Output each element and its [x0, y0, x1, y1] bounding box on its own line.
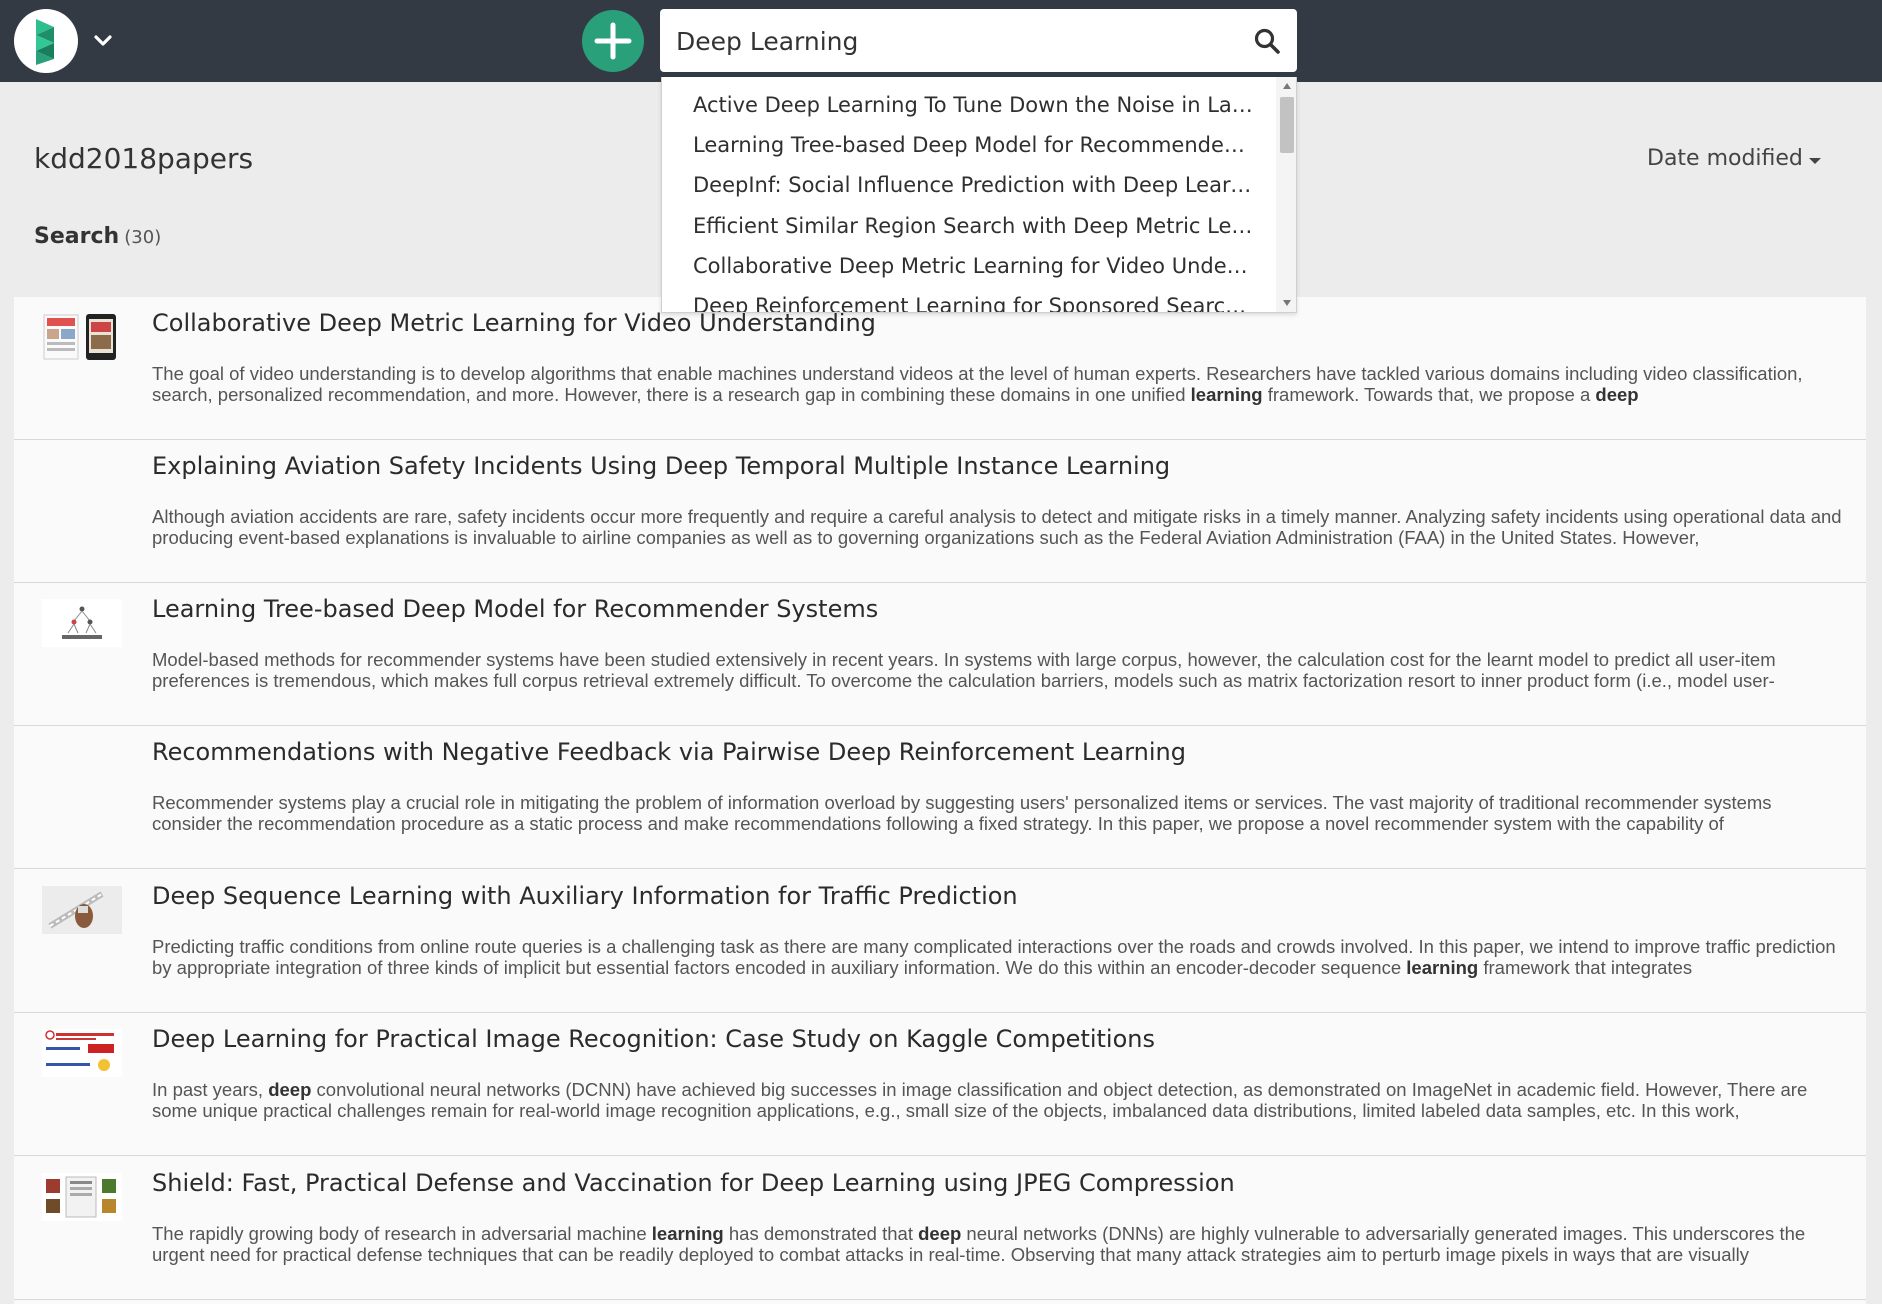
- sort-dropdown[interactable]: Date modified: [1647, 146, 1803, 176]
- search-box: [660, 9, 1297, 72]
- suggestion-item[interactable]: Efficient Similar Region Search with Dee…: [693, 208, 1253, 244]
- search-label: Search: [34, 224, 120, 249]
- result-title[interactable]: Explaining Aviation Safety Incidents Usi…: [152, 452, 1832, 480]
- highlighted-term: deep: [1595, 384, 1639, 405]
- result-snippet: The goal of video understanding is to de…: [152, 363, 1803, 405]
- result-row[interactable]: Deep Sequence Learning with Auxiliary In…: [14, 870, 1866, 1013]
- folder-title: kdd2018papers: [34, 142, 254, 175]
- result-row[interactable]: Recommendations with Negative Feedback v…: [14, 726, 1866, 869]
- result-snippet: In past years, deep convolutional neural…: [152, 1079, 1808, 1121]
- result-thumbnail: [42, 1029, 122, 1077]
- search-suggestions-dropdown: Active Deep Learning To Tune Down the No…: [661, 77, 1297, 313]
- result-row[interactable]: Learning Tree-based Deep Model for Recom…: [14, 583, 1866, 726]
- add-button[interactable]: [582, 10, 644, 72]
- result-row[interactable]: Collaborative Deep Metric Learning for V…: [14, 297, 1866, 440]
- result-title[interactable]: Collaborative Deep Metric Learning for V…: [152, 309, 1832, 337]
- plus-icon: [594, 22, 632, 60]
- result-snippet: Model-based methods for recommender syst…: [152, 649, 1776, 691]
- chevron-down-icon[interactable]: [90, 27, 116, 53]
- result-title[interactable]: Deep Sequence Learning with Auxiliary In…: [152, 882, 1832, 910]
- suggestion-item[interactable]: Active Deep Learning To Tune Down the No…: [693, 87, 1253, 123]
- suggestion-item[interactable]: DeepInf: Social Influence Prediction wit…: [693, 167, 1253, 203]
- sort-label: Date modified: [1647, 146, 1803, 171]
- suggestion-item[interactable]: Deep Reinforcement Learning for Sponsore…: [693, 288, 1253, 312]
- result-thumbnail: [42, 313, 122, 361]
- scroll-up-icon[interactable]: [1281, 81, 1293, 91]
- highlighted-term: learning: [1406, 957, 1479, 978]
- scroll-down-icon[interactable]: [1281, 298, 1293, 308]
- result-thumbnail: [42, 599, 122, 647]
- search-icon[interactable]: [1253, 27, 1281, 55]
- result-thumbnail: [42, 1173, 122, 1221]
- result-snippet: Although aviation accidents are rare, sa…: [152, 506, 1842, 548]
- result-row[interactable]: Deep Learning for Practical Image Recogn…: [14, 1013, 1866, 1156]
- result-row[interactable]: Explaining Aviation Safety Incidents Usi…: [14, 440, 1866, 583]
- top-bar: [0, 0, 1882, 82]
- highlighted-term: deep: [918, 1223, 962, 1244]
- highlighted-term: deep: [268, 1079, 312, 1100]
- suggestions-scrollbar-thumb[interactable]: [1280, 97, 1294, 153]
- result-snippet: Predicting traffic conditions from onlin…: [152, 936, 1836, 978]
- result-snippet: The rapidly growing body of research in …: [152, 1223, 1806, 1265]
- result-title[interactable]: Deep Learning for Practical Image Recogn…: [152, 1025, 1832, 1053]
- search-input[interactable]: [676, 21, 1216, 61]
- caret-down-icon[interactable]: [1808, 156, 1822, 166]
- suggestion-item[interactable]: Learning Tree-based Deep Model for Recom…: [693, 127, 1253, 163]
- suggestion-item[interactable]: Collaborative Deep Metric Learning for V…: [693, 248, 1253, 284]
- result-snippet: Recommender systems play a crucial role …: [152, 792, 1772, 834]
- search-results-heading: Search (30): [34, 224, 161, 249]
- results-list: Collaborative Deep Metric Learning for V…: [14, 297, 1866, 1304]
- result-row[interactable]: Shield: Fast, Practical Defense and Vacc…: [14, 1157, 1866, 1300]
- result-title[interactable]: Shield: Fast, Practical Defense and Vacc…: [152, 1169, 1832, 1197]
- result-title[interactable]: Recommendations with Negative Feedback v…: [152, 738, 1832, 766]
- result-thumbnail: [42, 886, 122, 934]
- result-count: (30): [124, 227, 162, 248]
- highlighted-term: learning: [651, 1223, 724, 1244]
- result-title[interactable]: Learning Tree-based Deep Model for Recom…: [152, 595, 1832, 623]
- app-logo-icon[interactable]: [14, 9, 78, 73]
- highlighted-term: learning: [1190, 384, 1263, 405]
